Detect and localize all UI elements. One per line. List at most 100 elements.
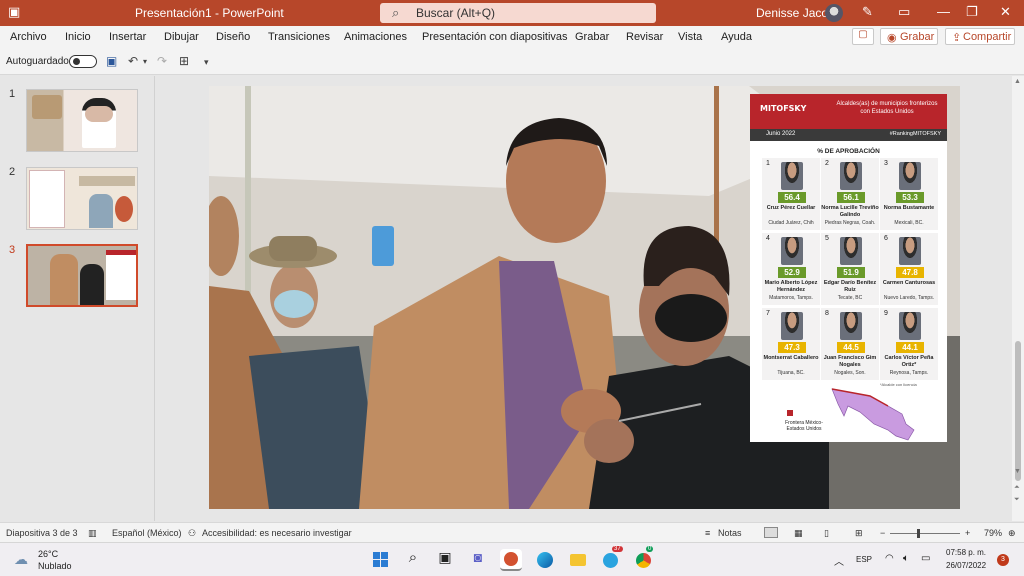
menu-presentacion[interactable]: Presentación con diapositivas <box>422 31 568 43</box>
task-view-icon[interactable]: ▣ <box>434 549 456 571</box>
menu-grabar[interactable]: Grabar <box>575 31 609 43</box>
fit-slide-icon[interactable]: ⊕ <box>1008 528 1016 539</box>
save-icon[interactable]: ▣ <box>106 54 117 68</box>
pen-icon[interactable]: ✎ <box>862 4 873 20</box>
chevron-up-icon[interactable]: ︿ <box>834 553 844 568</box>
mayor-photo <box>840 162 862 190</box>
restore-icon[interactable]: ❐ <box>966 4 978 20</box>
approval-score: 52.9 <box>778 267 806 278</box>
accessibility-icon[interactable]: ⚇ <box>188 528 196 539</box>
chat-icon[interactable]: ◙ <box>467 549 489 571</box>
share-button[interactable]: ⇪ Compartir <box>945 28 1015 45</box>
ranking-position: 7 <box>766 310 770 317</box>
notes-icon[interactable]: ≡ <box>705 528 710 538</box>
zoom-level[interactable]: 79% <box>984 528 1002 538</box>
mayor-photo <box>781 237 803 265</box>
thumb-photo <box>50 254 78 305</box>
edge-icon[interactable] <box>534 549 556 571</box>
redo-icon[interactable]: ↷ <box>157 54 167 68</box>
ribbon-display-icon[interactable]: ▭ <box>898 4 910 20</box>
ranking-header: MITOFSKY Alcaldes(as) de municipios fron… <box>750 94 947 129</box>
accessibility-status[interactable]: Accesibilidad: es necesario investigar <box>202 528 352 538</box>
scroll-up-icon[interactable]: ▲ <box>1014 78 1021 85</box>
start-slideshow-icon[interactable]: ⊞ <box>179 54 189 68</box>
wifi-icon[interactable]: ◠ <box>885 553 894 564</box>
zoom-in-icon[interactable]: + <box>965 528 970 538</box>
record-button[interactable]: ◉ Grabar <box>880 28 938 45</box>
mayor-name: Edgar Darío Benítez Ruiz <box>823 280 877 293</box>
scroll-down-icon[interactable]: ▼ <box>1014 468 1021 475</box>
slide-thumbnail-3[interactable] <box>26 244 138 307</box>
minimize-icon[interactable]: — <box>937 4 950 19</box>
clock-time[interactable]: 07:58 p. m. <box>946 548 986 557</box>
notes-button[interactable]: Notas <box>718 528 742 538</box>
comments-button[interactable]: ▢ <box>852 28 874 45</box>
prev-slide-icon[interactable]: ⏶ <box>1014 484 1020 492</box>
search-icon[interactable]: ⌕ <box>402 549 424 571</box>
file-explorer-icon[interactable] <box>567 549 589 571</box>
mayor-name: Montserrat Caballero <box>763 355 819 361</box>
menu-revisar[interactable]: Revisar <box>626 31 663 43</box>
ranking-position: 9 <box>884 310 888 317</box>
ranking-position: 3 <box>884 160 888 167</box>
mayor-name: Norma Bustamante <box>883 205 935 211</box>
slide-thumbnail-1[interactable] <box>26 89 138 152</box>
mayor-photo <box>840 312 862 340</box>
zoom-slider[interactable] <box>890 533 960 534</box>
customize-qat-icon[interactable]: ▾ <box>204 57 209 68</box>
mayor-city: Tecate, BC <box>837 295 863 301</box>
save-icon[interactable]: ▣ <box>8 4 20 20</box>
reading-view-icon[interactable]: ▯ <box>824 528 829 539</box>
zoom-out-icon[interactable]: − <box>880 528 885 538</box>
menu-vista[interactable]: Vista <box>678 31 702 43</box>
menu-archivo[interactable]: Archivo <box>10 31 47 43</box>
menu-transiciones[interactable]: Transiciones <box>268 31 330 43</box>
clock-date[interactable]: 26/07/2022 <box>946 561 986 570</box>
powerpoint-taskbar-icon[interactable] <box>500 549 522 571</box>
menu-dibujar[interactable]: Dibujar <box>164 31 199 43</box>
slide-thumbnail-2[interactable] <box>26 167 138 230</box>
mayor-name: Cruz Pérez Cuellar <box>766 205 816 211</box>
menu-animaciones[interactable]: Animaciones <box>344 31 407 43</box>
menu-ayuda[interactable]: Ayuda <box>721 31 752 43</box>
slideshow-view-icon[interactable]: ⊞ <box>855 528 863 539</box>
undo-dropdown-icon[interactable]: ▾ <box>143 57 147 66</box>
notification-badge[interactable]: 3 <box>997 554 1009 566</box>
menu-inicio[interactable]: Inicio <box>65 31 91 43</box>
ranking-date: Junio 2022 <box>766 131 796 137</box>
cloud-icon: ☁ <box>14 551 28 567</box>
language-status[interactable]: Español (México) <box>112 528 182 538</box>
taskbar: ☁ 26°C Nublado ⌕ ▣ ◙ 37 0 ︿ ESP ◠ 🔈︎ ▭ 0… <box>0 542 1024 576</box>
autosave-toggle[interactable] <box>69 55 97 68</box>
zoom-slider-thumb[interactable] <box>917 529 920 538</box>
approval-score: 56.1 <box>837 192 865 203</box>
mayor-city: Reynosa, Tamps. <box>889 370 929 376</box>
close-icon[interactable]: ✕ <box>1000 4 1011 20</box>
thumb-banner <box>79 176 135 186</box>
mayor-photo <box>781 312 803 340</box>
battery-icon[interactable]: ▭ <box>921 553 930 564</box>
weather-desc: Nublado <box>38 561 72 571</box>
slide-3[interactable]: MITOFSKY Alcaldes(as) de municipios fron… <box>209 86 960 509</box>
chrome-icon[interactable]: 0 <box>633 546 655 571</box>
volume-icon[interactable]: 🔈︎ <box>903 553 909 564</box>
title-bar: ▣ Presentación1 - PowerPoint ⌕ Buscar (A… <box>0 0 1024 26</box>
start-icon[interactable] <box>370 549 392 571</box>
language-indicator[interactable]: ESP <box>856 555 872 564</box>
vertical-scrollbar[interactable]: ▲ ▼ ⏶ ⏷ <box>1012 76 1024 521</box>
undo-icon[interactable]: ↶ <box>128 54 138 68</box>
scrollbar-thumb[interactable] <box>1015 341 1021 481</box>
telegram-icon[interactable]: 37 <box>600 546 623 571</box>
approval-score: 44.5 <box>837 342 865 353</box>
avatar[interactable] <box>825 4 843 22</box>
menu-diseno[interactable]: Diseño <box>216 31 250 43</box>
legend-swatch <box>787 410 793 416</box>
next-slide-icon[interactable]: ⏷ <box>1014 496 1020 504</box>
spellcheck-icon[interactable]: ▥ <box>88 528 97 539</box>
slide-sorter-icon[interactable]: ▦ <box>794 528 803 539</box>
mexico-shape <box>831 388 915 441</box>
ranking-card: 8 44.5 Juan Francisco Gim Nogales Nogales, … <box>821 308 879 380</box>
menu-insertar[interactable]: Insertar <box>109 31 146 43</box>
normal-view-icon[interactable] <box>764 527 778 538</box>
search-box[interactable]: ⌕ Buscar (Alt+Q) <box>380 3 656 23</box>
